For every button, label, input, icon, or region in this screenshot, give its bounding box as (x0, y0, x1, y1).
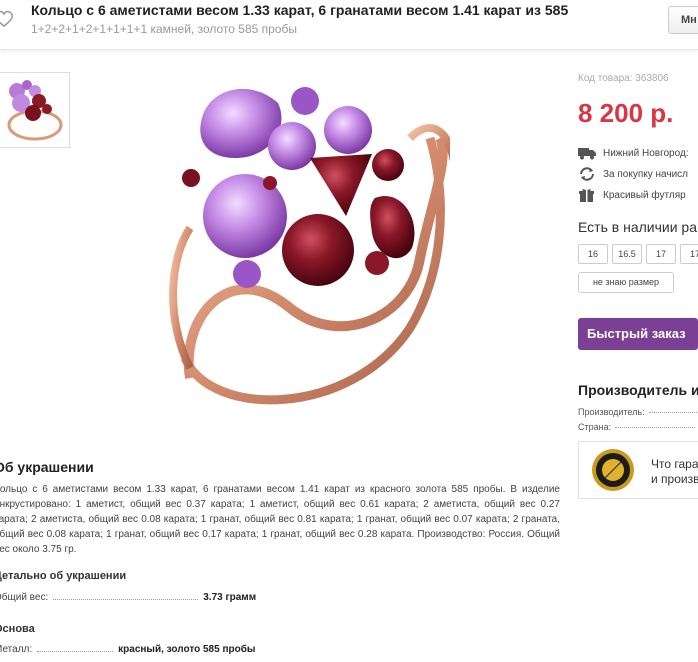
guarantee-text: Что гара и произв (651, 457, 698, 486)
size-option[interactable]: 16 (578, 244, 608, 264)
feature-gift-text: Красивый футляр (603, 189, 686, 201)
base-title: Основа (0, 623, 35, 635)
price: 8 200 р. (578, 98, 674, 128)
feature-bonus: За покупку начисл (578, 167, 688, 181)
size-option[interactable]: 16.5 (612, 244, 642, 264)
feature-gift-box: Красивый футляр (578, 188, 686, 202)
product-main-image[interactable] (150, 58, 459, 428)
refresh-icon (580, 167, 594, 181)
ring-image (169, 87, 459, 405)
feature-delivery: Нижний Новгород: (578, 146, 689, 160)
header-menu-button[interactable]: Мн (668, 6, 698, 34)
size-option[interactable]: 17 (646, 244, 676, 264)
weight-row: Общий вес: 3.73 грамм (0, 592, 256, 603)
metal-label: Металл: (0, 644, 33, 655)
feature-bonus-text: За покупку начисл (603, 168, 689, 180)
guarantee-box[interactable]: Что гара и произв (578, 441, 698, 499)
detail-title: Детально об украшении (0, 570, 127, 582)
quick-order-button[interactable]: Быстрый заказ (578, 318, 698, 350)
ring-thumbnail-image (7, 80, 63, 141)
metal-value: красный, золото 585 пробы (118, 644, 256, 655)
country-label: Страна: (578, 422, 612, 432)
feature-delivery-text: Нижний Новгород: (603, 147, 689, 159)
weight-value: 3.73 грамм (203, 592, 257, 603)
manufacturer-label: Производитель: (578, 407, 645, 417)
truck-icon (578, 148, 596, 160)
sku-label: Код товара: 363806 (578, 73, 669, 84)
heart-icon[interactable] (0, 10, 14, 28)
about-text: Кольцо с 6 аметистами весом 1.33 карат, … (0, 484, 560, 555)
product-thumbnail[interactable] (0, 72, 70, 148)
size-selector: 16 16.5 17 17 (578, 244, 698, 264)
about-title: Об украшении (0, 459, 94, 475)
country-row: Страна: (578, 422, 696, 432)
page-subtitle: 1+2+2+1+2+1+1+1+1 камней, золото 585 про… (31, 22, 297, 36)
product-header: Кольцо с 6 аметистами весом 1.33 карат, … (0, 0, 698, 50)
manufacturer-row: Производитель: (578, 407, 698, 417)
size-option[interactable]: 17 (680, 244, 698, 264)
unknown-size-button[interactable]: не знаю размер (578, 272, 674, 293)
availability-title: Есть в наличии ра (578, 219, 698, 235)
manufacturer-title: Производитель и (578, 382, 698, 398)
metal-row: Металл: красный, золото 585 пробы (0, 644, 255, 655)
guarantee-medal-icon (592, 449, 634, 491)
page-title: Кольцо с 6 аметистами весом 1.33 карат, … (31, 2, 569, 18)
gift-icon (579, 189, 594, 202)
weight-label: Общий вес: (0, 592, 49, 603)
